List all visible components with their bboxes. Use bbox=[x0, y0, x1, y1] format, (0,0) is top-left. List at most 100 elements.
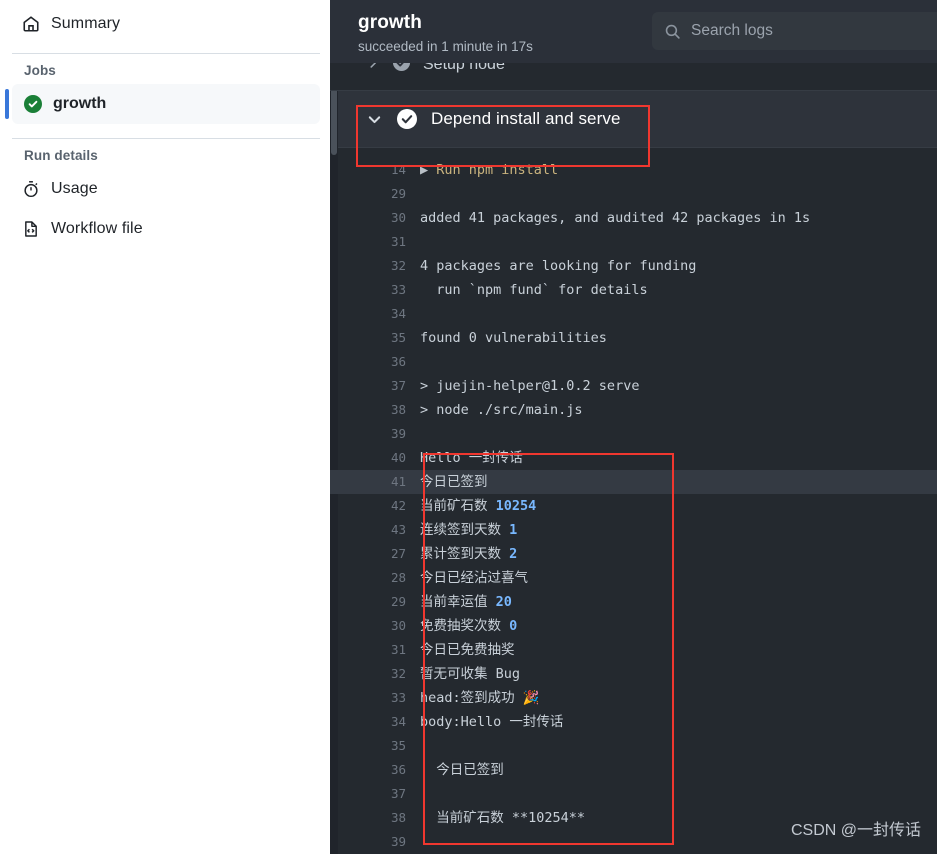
log-line[interactable]: 31 今日已免费抽奖 bbox=[330, 638, 937, 662]
sidebar-item-workflow-file[interactable]: Workflow file bbox=[10, 209, 320, 249]
log-line-number: 39 bbox=[390, 834, 406, 849]
chevron-down-icon[interactable] bbox=[366, 111, 383, 128]
sidebar-job-label: growth bbox=[53, 95, 107, 112]
log-line[interactable]: 42 当前矿石数 10254 bbox=[330, 494, 937, 518]
log-line[interactable]: 29 当前幸运值 20 bbox=[330, 590, 937, 614]
chevron-right-icon bbox=[366, 63, 380, 75]
log-line[interactable]: 33 run `npm fund` for details bbox=[330, 278, 937, 302]
log-line[interactable]: 37 bbox=[330, 782, 937, 806]
log-line[interactable]: 36 今日已签到 bbox=[330, 758, 937, 782]
log-line[interactable]: 31 bbox=[330, 230, 937, 254]
step-divider bbox=[330, 90, 937, 91]
sidebar-divider-1 bbox=[12, 53, 320, 54]
log-line[interactable]: 27 累计签到天数 2 bbox=[330, 542, 937, 566]
log-line-number: 31 bbox=[390, 234, 406, 249]
log-line-number: 34 bbox=[390, 306, 406, 321]
sidebar-section-jobs: Jobs bbox=[24, 63, 56, 78]
log-line-number: 31 bbox=[390, 642, 406, 657]
log-text: 连续签到天数 bbox=[420, 522, 510, 538]
sidebar-divider-2 bbox=[12, 138, 320, 139]
log-line[interactable]: 38 > node ./src/main.js bbox=[330, 398, 937, 422]
log-line-content: 当前幸运值 20 bbox=[420, 590, 512, 614]
log-line[interactable]: 28 今日已经沾过喜气 bbox=[330, 566, 937, 590]
log-line[interactable]: 33 head:签到成功 🎉 bbox=[330, 686, 937, 710]
log-value: 0 bbox=[509, 618, 518, 634]
log-line[interactable]: 37 > juejin-helper@1.0.2 serve bbox=[330, 374, 937, 398]
log-line[interactable]: 40 Hello 一封传话 bbox=[330, 446, 937, 470]
sidebar-item-job-growth[interactable]: growth bbox=[12, 84, 320, 124]
log-line[interactable]: 29 bbox=[330, 182, 937, 206]
step-label: Setup node bbox=[423, 63, 505, 73]
check-circle-icon bbox=[392, 63, 411, 77]
log-panel: growth succeeded in 1 minute in 17s Sear… bbox=[330, 0, 937, 854]
log-line-content: found 0 vulnerabilities bbox=[420, 330, 607, 346]
sidebar-item-usage[interactable]: Usage bbox=[10, 169, 320, 209]
log-line-content: ▶ Run npm install bbox=[420, 158, 558, 182]
check-circle-white-icon bbox=[397, 109, 417, 129]
sidebar-item-summary[interactable]: Summary bbox=[10, 4, 320, 44]
log-value: 2 bbox=[509, 546, 518, 562]
log-line[interactable]: 30 added 41 packages, and audited 42 pack… bbox=[330, 206, 937, 230]
log-scrollbar-thumb[interactable] bbox=[331, 85, 337, 155]
log-line[interactable]: 35 found 0 vulnerabilities bbox=[330, 326, 937, 350]
log-line[interactable]: 34 body:Hello 一封传话 bbox=[330, 710, 937, 734]
step-label: Depend install and serve bbox=[431, 109, 621, 128]
log-line-number: 29 bbox=[390, 594, 406, 609]
search-logs-box[interactable]: Search logs bbox=[652, 12, 937, 50]
log-line-number: 42 bbox=[390, 498, 406, 513]
run-log-page: Summary Jobs growth Run details Usage Wo… bbox=[0, 0, 937, 854]
sidebar-job-wrapper: growth bbox=[5, 84, 320, 124]
log-line[interactable]: 41 今日已签到 bbox=[330, 470, 937, 494]
log-line[interactable]: 32 暂无可收集 Bug bbox=[330, 662, 937, 686]
log-line-number: 39 bbox=[390, 426, 406, 441]
log-line-number: 36 bbox=[390, 762, 406, 777]
log-line-number: 43 bbox=[390, 522, 406, 537]
log-line[interactable]: 32 4 packages are looking for funding bbox=[330, 254, 937, 278]
log-line-number: 14 bbox=[390, 162, 406, 177]
log-line-content: body:Hello 一封传话 bbox=[420, 714, 564, 730]
log-line-number: 34 bbox=[390, 714, 406, 729]
sidebar-item-label: Summary bbox=[51, 15, 121, 32]
step-row-setup-node[interactable]: Setup node bbox=[330, 63, 937, 91]
log-line-number: 37 bbox=[390, 378, 406, 393]
log-title: growth bbox=[358, 12, 422, 33]
log-line-number: 30 bbox=[390, 210, 406, 225]
log-line-content: > juejin-helper@1.0.2 serve bbox=[420, 378, 640, 394]
log-line[interactable]: 43 连续签到天数 1 bbox=[330, 518, 937, 542]
log-line-number: 37 bbox=[390, 786, 406, 801]
expand-triangle-icon: ▶ bbox=[420, 162, 437, 178]
sidebar-section-run-details: Run details bbox=[24, 148, 98, 163]
log-line-content: 4 packages are looking for funding bbox=[420, 258, 697, 274]
sidebar-item-label: Workflow file bbox=[51, 220, 143, 237]
log-text: 累计签到天数 bbox=[420, 546, 510, 562]
log-line[interactable]: 36 bbox=[330, 350, 937, 374]
log-line[interactable]: 39 bbox=[330, 422, 937, 446]
log-header: growth succeeded in 1 minute in 17s Sear… bbox=[330, 0, 937, 64]
log-line[interactable]: 34 bbox=[330, 302, 937, 326]
log-line[interactable]: 30 免费抽奖次数 0 bbox=[330, 614, 937, 638]
log-line-content: added 41 packages, and audited 42 packag… bbox=[420, 210, 811, 226]
log-line[interactable]: 14 ▶ Run npm install bbox=[330, 158, 937, 182]
log-line[interactable]: 35 bbox=[330, 734, 937, 758]
log-line-number: 33 bbox=[390, 690, 406, 705]
search-icon bbox=[664, 23, 681, 40]
log-line-content: 今日已签到 bbox=[420, 762, 504, 778]
log-line-content: 今日已签到 bbox=[420, 474, 488, 490]
log-command-text: Run npm install bbox=[436, 162, 559, 178]
search-input[interactable]: Search logs bbox=[691, 22, 773, 40]
log-line-content: 免费抽奖次数 0 bbox=[420, 614, 517, 638]
log-lines-container: 14 ▶ Run npm install 29 30 added 41 packages… bbox=[330, 148, 937, 854]
log-line-number: 36 bbox=[390, 354, 406, 369]
sidebar-item-label: Usage bbox=[51, 180, 98, 197]
log-line-number: 38 bbox=[390, 810, 406, 825]
log-line-number: 29 bbox=[390, 186, 406, 201]
step-row-depend-install-and-serve[interactable]: Depend install and serve bbox=[330, 91, 937, 147]
sidebar: Summary Jobs growth Run details Usage Wo… bbox=[0, 0, 330, 854]
log-line-number: 28 bbox=[390, 570, 406, 585]
log-line-content: > node ./src/main.js bbox=[420, 402, 583, 418]
log-line-number: 35 bbox=[390, 330, 406, 345]
home-icon bbox=[22, 15, 40, 33]
log-line-content: 当前矿石数 **10254** bbox=[420, 810, 586, 826]
log-text: 当前矿石数 bbox=[420, 498, 496, 514]
log-line-number: 35 bbox=[390, 738, 406, 753]
